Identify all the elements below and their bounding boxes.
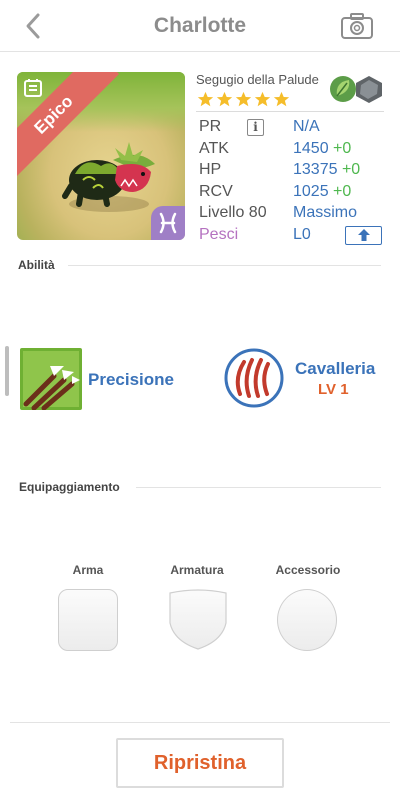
star-icon bbox=[197, 91, 214, 107]
stat-label-atk: ATK bbox=[199, 139, 229, 157]
stat-value-level: Massimo bbox=[293, 204, 358, 221]
arrow-up-icon bbox=[357, 229, 370, 241]
stat-label-level: Livello 80 bbox=[199, 204, 267, 221]
stat-row-hp: HP 13375 +0 bbox=[199, 160, 389, 182]
camera-button[interactable] bbox=[340, 12, 374, 40]
star-icon bbox=[273, 91, 290, 107]
hp-value: 13375 bbox=[293, 161, 338, 178]
skill-name-precisione[interactable]: Precisione bbox=[88, 370, 174, 390]
armor-slot-label: Armatura bbox=[170, 563, 224, 577]
stat-row-rcv: RCV 1025 +0 bbox=[199, 182, 389, 204]
rcv-bonus: +0 bbox=[333, 182, 352, 200]
abilities-section-label: Abilità bbox=[18, 258, 55, 272]
card-menu-icon bbox=[24, 79, 42, 97]
atk-bonus: +0 bbox=[333, 139, 352, 157]
stat-label-rcv: RCV bbox=[199, 182, 233, 200]
reset-button-label: Ripristina bbox=[153, 751, 247, 774]
stat-label-hp: HP bbox=[199, 161, 222, 178]
equipment-divider bbox=[136, 487, 381, 488]
star-icon bbox=[216, 91, 233, 107]
monster-illustration bbox=[62, 142, 155, 212]
element-badge bbox=[151, 206, 185, 240]
stat-value-rcv: 1025 +0 bbox=[293, 183, 351, 201]
footer-divider bbox=[10, 722, 390, 723]
camera-icon bbox=[341, 13, 373, 39]
scroll-indicator[interactable] bbox=[5, 346, 9, 396]
atk-value: 1450 bbox=[293, 139, 329, 157]
accessory-slot[interactable] bbox=[277, 589, 337, 651]
rcv-value: 1025 bbox=[293, 182, 329, 200]
skill-name-cavalleria[interactable]: Cavalleria bbox=[295, 359, 375, 379]
stat-value-pesci: L0 bbox=[293, 225, 311, 243]
stat-value-hp: 13375 +0 bbox=[293, 161, 360, 179]
info-icon[interactable]: i bbox=[247, 119, 264, 136]
leaf-type-icon bbox=[330, 76, 356, 102]
stat-value-pr: N/A bbox=[293, 118, 320, 135]
equipment-section-label: Equipaggiamento bbox=[19, 480, 120, 494]
star-icon bbox=[254, 91, 271, 107]
pisces-icon bbox=[159, 212, 177, 234]
stat-row-level: Livello 80 Massimo bbox=[199, 203, 389, 225]
type-icons bbox=[330, 76, 382, 103]
stat-row-pr: PR i N/A bbox=[199, 117, 389, 139]
stat-label-pesci: Pesci bbox=[199, 225, 239, 243]
armor-slot[interactable] bbox=[168, 589, 228, 651]
abilities-divider bbox=[68, 265, 381, 266]
upgrade-button[interactable] bbox=[345, 225, 382, 245]
star-rating bbox=[197, 91, 290, 108]
accessory-slot-label: Accessorio bbox=[275, 563, 341, 577]
stats-table: PR i N/A ATK 1450 +0 HP 13375 +0 RCV 102… bbox=[199, 117, 389, 246]
stats-divider bbox=[196, 111, 384, 112]
rock-type-icon bbox=[356, 76, 382, 103]
monster-name: Segugio della Palude bbox=[196, 72, 319, 87]
reset-button[interactable]: Ripristina bbox=[116, 738, 284, 788]
skill-level: LV 1 bbox=[318, 381, 349, 398]
stat-label-pr: PR bbox=[199, 118, 222, 135]
top-bar: Charlotte bbox=[0, 0, 400, 52]
cavalry-skill-icon[interactable] bbox=[224, 348, 284, 408]
stat-row-atk: ATK 1450 +0 bbox=[199, 139, 389, 161]
weapon-slot[interactable] bbox=[58, 589, 118, 651]
hp-bonus: +0 bbox=[341, 161, 361, 178]
star-icon bbox=[235, 91, 252, 107]
precision-skill-icon[interactable] bbox=[20, 348, 82, 410]
stat-value-atk: 1450 +0 bbox=[293, 140, 351, 158]
stat-row-pesci: Pesci L0 bbox=[199, 225, 389, 247]
monster-card[interactable]: Epico bbox=[17, 72, 185, 240]
weapon-slot-label: Arma bbox=[72, 563, 104, 577]
